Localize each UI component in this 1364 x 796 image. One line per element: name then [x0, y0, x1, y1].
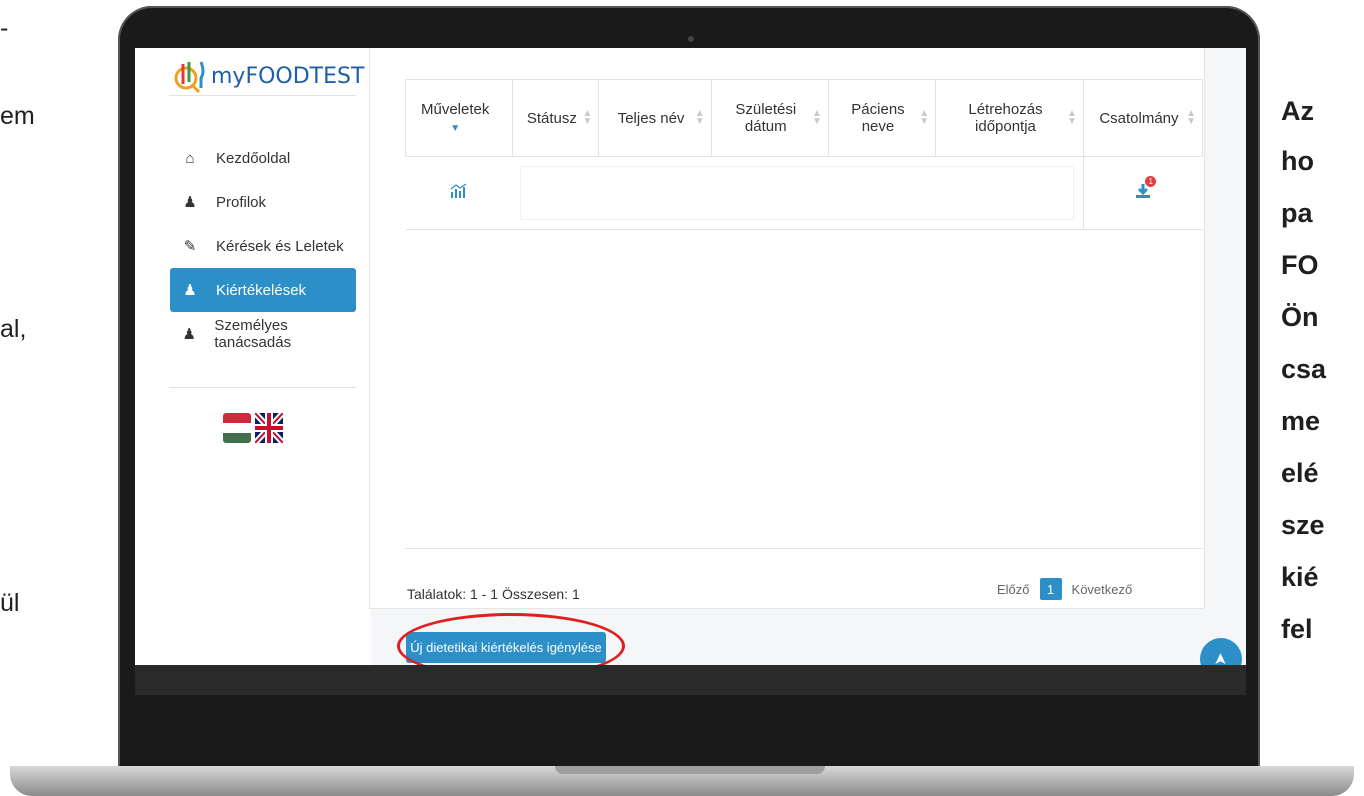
sidebar-item-label: Személyes tanácsadás: [214, 317, 292, 351]
users-icon: ♟: [183, 282, 197, 299]
row-placeholder: [519, 166, 1074, 220]
pagination: Előző 1 Következő: [997, 578, 1132, 600]
sidebar-item-szemelyes-tanacsadas[interactable]: ♟ Személyes tanácsadás: [170, 312, 356, 356]
divider: [169, 95, 356, 96]
sidebar-nav: ⌂ Kezdőoldal ♟ Profilok ✎ Kérések és Lel…: [170, 136, 356, 356]
sort-icon: ▲ ▼: [582, 108, 593, 127]
column-header-letrehozas-idopontja[interactable]: Létrehozás időpontja ▲ ▼: [935, 79, 1084, 157]
attachment-count-badge: 1: [1145, 176, 1157, 187]
logo-text: myFOODTEST: [211, 63, 365, 89]
camera-icon: [688, 36, 694, 42]
sort-icon: ▲ ▼: [1186, 108, 1196, 127]
right-text-fragment: FO: [1281, 250, 1319, 280]
laptop-chin: [135, 665, 1246, 695]
left-text-fragment: -: [0, 14, 9, 42]
sidebar-item-kiertekelesek[interactable]: ♟ Kiértékelések: [170, 268, 356, 312]
sort-icon: ▲ ▼: [1066, 108, 1077, 127]
right-text-fragment: Az: [1281, 96, 1314, 126]
logo[interactable]: myFOODTEST: [173, 58, 364, 94]
sidebar-item-profilok[interactable]: ♟ Profilok: [170, 180, 356, 224]
right-text-fragment: Ön: [1281, 302, 1319, 332]
row-actions-cell: [405, 156, 513, 230]
sort-desc-icon: ▼: [450, 123, 461, 134]
laptop-hinge: [555, 766, 825, 774]
row-data-cell: [512, 156, 1084, 230]
sidebar-item-kezdooldal[interactable]: ⌂ Kezdőoldal: [170, 136, 356, 180]
column-header-szuletesi-datum[interactable]: Születési dátum ▲ ▼: [710, 79, 829, 157]
right-text-fragment: sze: [1281, 510, 1325, 540]
column-header-muveletek[interactable]: Műveletek ▼: [404, 79, 514, 157]
pagination-page-1[interactable]: 1: [1039, 578, 1062, 600]
hungarian-flag-icon[interactable]: [223, 413, 251, 443]
attachment-cell: 1: [1082, 156, 1203, 230]
right-text-fragment: elé: [1281, 458, 1319, 488]
divider: [405, 548, 1203, 549]
home-icon: ⌂: [185, 149, 195, 167]
sidebar: myFOODTEST ⌂ Kezdőoldal ♟ Profilok ✎ Kér…: [135, 48, 371, 665]
right-text-fragment: pa: [1281, 198, 1313, 228]
pencil-icon: ✎: [183, 238, 197, 255]
download-icon[interactable]: 1: [1134, 176, 1157, 204]
user-icon: ♟: [183, 194, 197, 211]
sidebar-item-label: Profilok: [216, 193, 267, 211]
sort-icon: ▲ ▼: [694, 108, 705, 127]
chevron-up-icon: ➤: [1213, 652, 1230, 665]
laptop-screen: myFOODTEST ⌂ Kezdőoldal ♟ Profilok ✎ Kér…: [135, 48, 1246, 665]
right-text-fragment: ho: [1281, 146, 1314, 176]
chart-icon[interactable]: [450, 183, 468, 199]
column-header-statusz[interactable]: Státusz ▲ ▼: [512, 79, 600, 157]
results-count: Találatok: 1 - 1 Összesen: 1: [407, 586, 580, 602]
column-header-teljes-nev[interactable]: Teljes név ▲ ▼: [598, 79, 712, 157]
sort-icon: ▲ ▼: [811, 108, 822, 127]
pagination-next[interactable]: Következő: [1072, 582, 1133, 597]
pagination-prev[interactable]: Előző: [997, 582, 1030, 597]
divider: [169, 387, 356, 388]
language-switcher: [223, 413, 283, 443]
right-text-fragment: csa: [1281, 354, 1327, 384]
sidebar-item-label: Kezdőoldal: [216, 149, 291, 167]
left-text-fragment: al,: [0, 315, 27, 343]
column-header-paciens-neve[interactable]: Páciens neve ▲ ▼: [827, 79, 937, 157]
left-text-fragment: em: [0, 102, 35, 130]
foodtest-logo-icon: [174, 61, 205, 94]
sort-icon: ▲ ▼: [919, 108, 930, 127]
column-header-csatolmany[interactable]: Csatolmány ▲ ▼: [1082, 79, 1204, 157]
left-text-fragment: ül: [0, 589, 20, 617]
sidebar-item-label: Kiértékelések: [216, 281, 307, 299]
sidebar-item-keresek-es-leletek[interactable]: ✎ Kérések és Leletek: [170, 224, 356, 268]
right-text-fragment: me: [1281, 406, 1321, 436]
uk-flag-icon[interactable]: [255, 413, 283, 443]
users-icon: ♟: [182, 326, 196, 343]
right-text-fragment: fel: [1281, 614, 1313, 644]
right-text-fragment: kié: [1281, 562, 1319, 592]
table-row: 1: [405, 156, 1203, 230]
sidebar-item-label: Kérések és Leletek: [216, 237, 344, 255]
evaluations-table: Műveletek ▼ Státusz ▲ ▼ Teljes név ▲ ▼ Szüle…: [404, 79, 1204, 230]
